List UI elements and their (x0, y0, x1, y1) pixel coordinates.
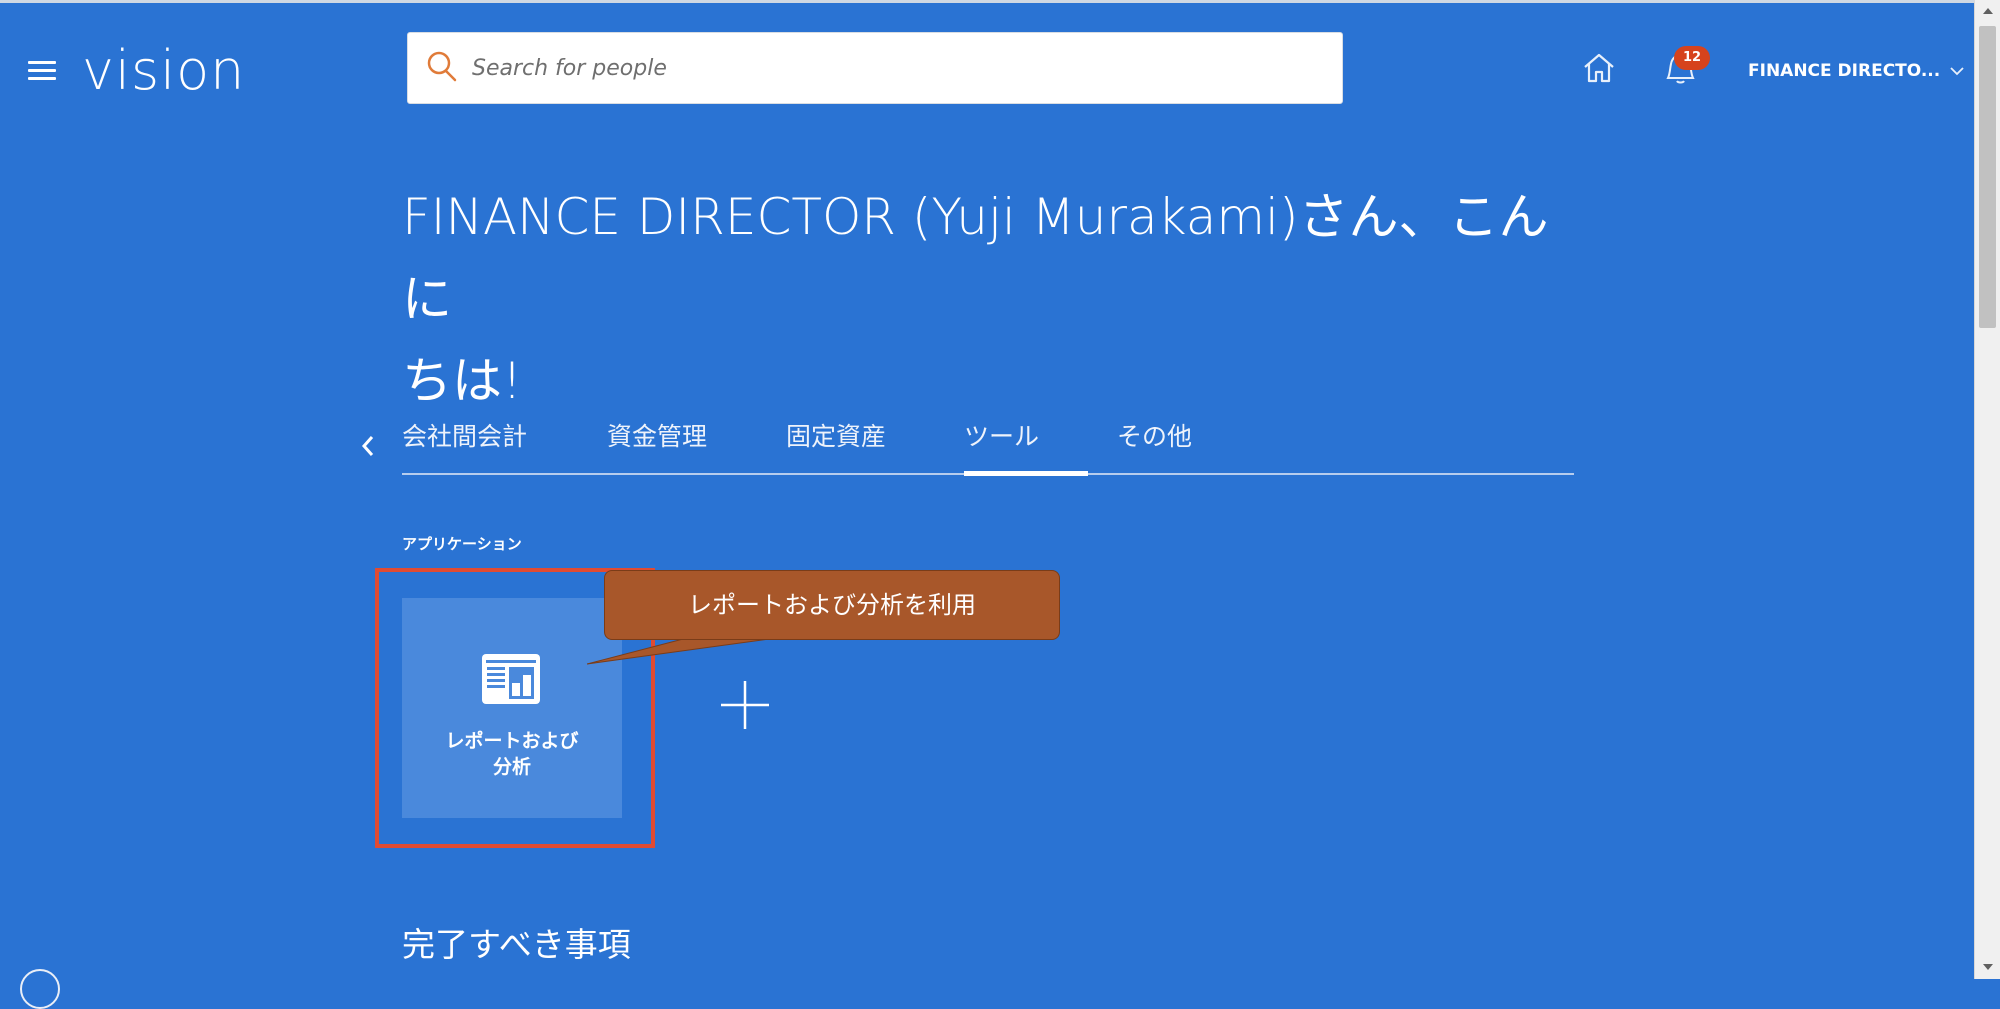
vertical-scrollbar[interactable] (1974, 0, 2000, 979)
search-box[interactable] (407, 32, 1343, 104)
search-icon (427, 51, 457, 82)
home-icon[interactable] (1582, 52, 1616, 84)
add-application-icon[interactable] (720, 680, 770, 730)
callout-annotation: レポートおよび分析を利用 (604, 570, 1060, 640)
scroll-down-arrow-icon[interactable] (1981, 962, 1995, 972)
greeting-line-2: ちは! (402, 352, 523, 410)
scroll-up-arrow-icon[interactable] (1981, 6, 1995, 16)
window-top-border (0, 0, 1974, 3)
user-name: FINANCE DIRECTO... (1748, 61, 1941, 81)
applications-section-label: アプリケーション (402, 535, 522, 553)
greeting-heading: FINANCE DIRECTOR (Yuji Murakami)さん、こんに ち… (402, 176, 1562, 422)
tab-tools[interactable]: ツール (964, 416, 1039, 474)
search-input[interactable] (464, 33, 1340, 103)
circle-widget-icon[interactable] (20, 969, 60, 1009)
tab-scroll-left-icon[interactable] (356, 428, 380, 462)
tab-intercompany-accounting[interactable]: 会社間会計 (402, 416, 527, 474)
greeting-line-1: FINANCE DIRECTOR (Yuji Murakami)さん、こんに (402, 188, 1549, 328)
chevron-down-icon (1950, 67, 1964, 76)
tab-others[interactable]: その他 (1117, 416, 1192, 474)
callout-pointer (587, 637, 778, 665)
vision-logo[interactable]: vision (82, 36, 245, 106)
tab-treasury-management[interactable]: 資金管理 (607, 416, 707, 474)
active-tab-indicator (964, 471, 1088, 476)
hamburger-menu-icon[interactable] (28, 61, 56, 81)
tab-fixed-assets[interactable]: 固定資産 (786, 416, 886, 474)
tab-bar: 会社間会計 資金管理 固定資産 ツール その他 (402, 416, 1574, 476)
scrollbar-thumb[interactable] (1979, 26, 1996, 328)
notification-count-badge: 12 (1674, 46, 1710, 70)
things-to-finish-heading: 完了すべき事項 (402, 925, 631, 964)
user-menu[interactable]: FINANCE DIRECTO... (1748, 56, 1964, 86)
